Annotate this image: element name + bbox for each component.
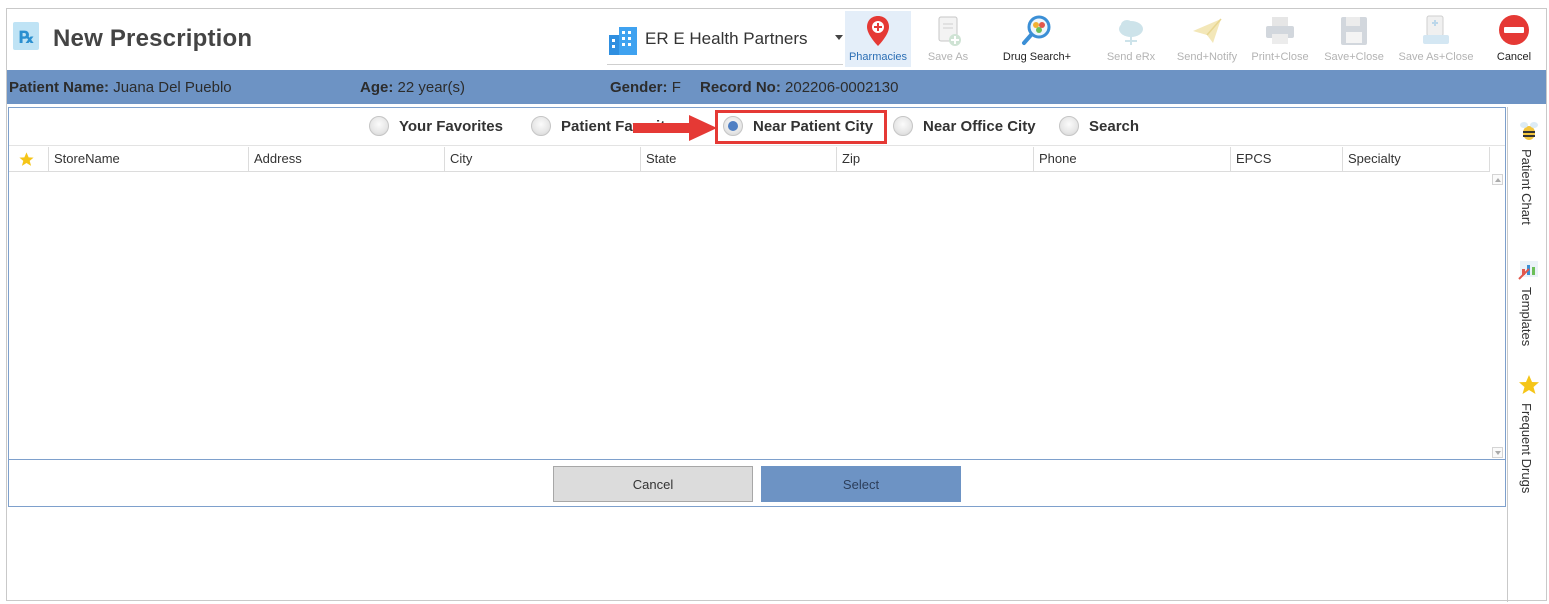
star-icon [19, 152, 34, 166]
pencil-chart-icon [1518, 261, 1538, 280]
document-add-icon [938, 16, 961, 46]
patient-record-value: 202206-0002130 [785, 79, 899, 96]
patient-age-value: 22 year(s) [397, 79, 466, 96]
radio-label: Your Favorites [399, 118, 503, 135]
paper-plane-icon [1193, 18, 1222, 43]
pharmacy-grid-body [9, 173, 1490, 459]
star-icon [1519, 375, 1539, 394]
pharmacy-grid-header: StoreName Address City State Zip Phone E… [9, 147, 1490, 172]
pharmacies-label: Pharmacies [848, 51, 908, 63]
annotation-arrow-icon [633, 115, 717, 141]
patient-name-value: Juana Del Pueblo [113, 79, 232, 96]
printer-icon [1266, 17, 1294, 44]
patient-record-label: Record No: [700, 79, 781, 96]
print-close-button[interactable]: Print+Close [1247, 11, 1313, 67]
send-notify-label: Send+Notify [1176, 51, 1238, 63]
column-header-phone[interactable]: Phone [1034, 147, 1231, 172]
patient-name-label: Patient Name: [9, 79, 110, 96]
side-tab-label: Frequent Drugs [1519, 403, 1534, 494]
side-tab-patient-chart[interactable]: Patient Chart [1508, 119, 1548, 239]
send-erx-label: Send eRx [1106, 51, 1156, 63]
pharmacy-panel: Your Favorites Patient Favorites Near Pa… [8, 107, 1506, 507]
cancel-button[interactable]: Cancel [1485, 11, 1543, 67]
column-header-epcs[interactable]: EPCS [1231, 147, 1343, 172]
patient-age-label: Age: [360, 79, 394, 96]
drug-search-button[interactable]: Drug Search+ [997, 11, 1077, 67]
document-stack-icon [1423, 15, 1449, 44]
patient-info-bar: Patient Name: Juana Del Pueblo Age: 22 y… [7, 70, 1546, 104]
panel-footer: Cancel Select [9, 459, 1505, 507]
practice-value: ER E Health Partners [645, 29, 808, 48]
radio-label: Search [1089, 118, 1140, 135]
patient-name: Patient Name: Juana Del Pueblo [9, 79, 232, 96]
column-header-city[interactable]: City [445, 147, 641, 172]
column-header-storename[interactable]: StoreName [49, 147, 249, 172]
patient-gender: Gender: F [610, 79, 681, 96]
dialog-cancel-button[interactable]: Cancel [553, 466, 753, 502]
patient-age: Age: 22 year(s) [360, 79, 465, 96]
magnify-pills-icon [1022, 15, 1051, 45]
patient-record: Record No: 202206-0002130 [700, 79, 898, 96]
patient-gender-value: F [671, 79, 681, 96]
grid-scrollbar[interactable] [1490, 172, 1505, 460]
drug-search-label: Drug Search+ [1002, 51, 1072, 63]
column-header-state[interactable]: State [641, 147, 837, 172]
no-entry-icon [1499, 15, 1529, 45]
save-close-button[interactable]: Save+Close [1321, 11, 1387, 67]
patient-gender-label: Gender: [610, 79, 668, 96]
prescription-icon: ℞ [13, 22, 39, 50]
radio-indicator[interactable] [369, 116, 389, 136]
radio-indicator[interactable] [1059, 116, 1079, 136]
send-erx-button[interactable]: Send eRx [1101, 11, 1161, 67]
side-tab-frequent-drugs[interactable]: Frequent Drugs [1508, 373, 1548, 513]
pharmacies-button[interactable]: Pharmacies [845, 11, 911, 67]
radio-indicator[interactable] [893, 116, 913, 136]
cloud-send-icon [1119, 20, 1143, 45]
prescription-window: ℞ New Prescription ER E Health Partners … [6, 8, 1547, 602]
save-as-close-button[interactable]: Save As+Close [1397, 11, 1475, 67]
chevron-down-icon[interactable] [835, 35, 843, 40]
page-title: New Prescription [53, 25, 253, 52]
save-as-close-label: Save As+Close [1398, 51, 1474, 63]
annotation-highlight-box [715, 110, 887, 144]
bee-icon [1520, 122, 1538, 140]
radio-label: Near Office City [923, 118, 1036, 135]
save-as-button[interactable]: Save As [917, 11, 979, 67]
cancel-label: Cancel [1496, 51, 1532, 63]
scroll-down-icon[interactable] [1492, 447, 1503, 458]
floppy-disk-icon [1341, 17, 1367, 45]
side-tab-templates[interactable]: Templates [1508, 257, 1548, 357]
column-header-zip[interactable]: Zip [837, 147, 1034, 172]
save-as-label: Save As [927, 51, 969, 63]
scroll-up-icon[interactable] [1492, 174, 1503, 185]
side-tab-label: Templates [1519, 287, 1534, 347]
practice-dropdown[interactable]: ER E Health Partners [607, 21, 843, 65]
save-close-label: Save+Close [1324, 51, 1384, 63]
column-header-specialty[interactable]: Specialty [1343, 147, 1490, 172]
svg-text:℞: ℞ [19, 28, 34, 48]
send-notify-button[interactable]: Send+Notify [1169, 11, 1245, 67]
building-icon [609, 27, 637, 55]
dialog-select-button[interactable]: Select [761, 466, 961, 502]
map-pin-icon [867, 16, 889, 46]
side-rail: Patient Chart Templates Frequent Drugs [1507, 107, 1547, 602]
favorite-column[interactable] [9, 147, 49, 172]
side-tab-label: Patient Chart [1519, 149, 1534, 225]
radio-indicator[interactable] [531, 116, 551, 136]
column-header-address[interactable]: Address [249, 147, 445, 172]
pharmacy-filter-group: Your Favorites Patient Favorites Near Pa… [9, 108, 1505, 146]
header: ℞ New Prescription ER E Health Partners … [7, 9, 1546, 69]
print-close-label: Print+Close [1251, 51, 1309, 63]
